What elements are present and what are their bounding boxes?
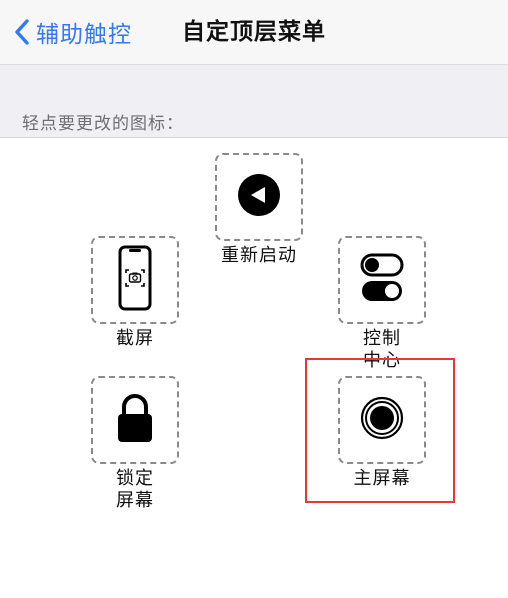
menu-item-lock-screen[interactable]: 锁定 屏幕 xyxy=(89,376,181,512)
icon-slot-box xyxy=(338,236,426,324)
icon-slot-box xyxy=(215,153,303,241)
navigation-bar: 辅助触控 自定顶层菜单 xyxy=(0,0,508,64)
menu-item-label: 重新启动 xyxy=(221,245,297,266)
icon-slot-box xyxy=(338,376,426,464)
menu-item-restart[interactable]: 重新启动 xyxy=(213,153,305,267)
icon-slot-box xyxy=(91,236,179,324)
menu-item-label: 截屏 xyxy=(116,328,154,349)
menu-item-home[interactable]: 主屏幕 xyxy=(336,376,428,490)
menu-item-label: 锁定 屏幕 xyxy=(116,468,154,511)
restart-icon xyxy=(237,173,281,221)
section-header: 轻点要更改的图标： xyxy=(0,64,508,138)
screenshot-icon xyxy=(118,245,152,315)
menu-item-label: 控制 中心 xyxy=(363,328,401,371)
section-header-label: 轻点要更改的图标： xyxy=(22,114,184,134)
page-title: 自定顶层菜单 xyxy=(182,19,326,45)
icon-slot-box xyxy=(91,376,179,464)
lock-icon xyxy=(116,393,154,447)
menu-item-screenshot[interactable]: 截屏 xyxy=(89,236,181,350)
home-button-icon xyxy=(360,396,404,444)
menu-item-control-center[interactable]: 控制 中心 xyxy=(336,236,428,372)
menu-item-label: 主屏幕 xyxy=(353,468,411,489)
control-center-icon xyxy=(360,253,404,307)
